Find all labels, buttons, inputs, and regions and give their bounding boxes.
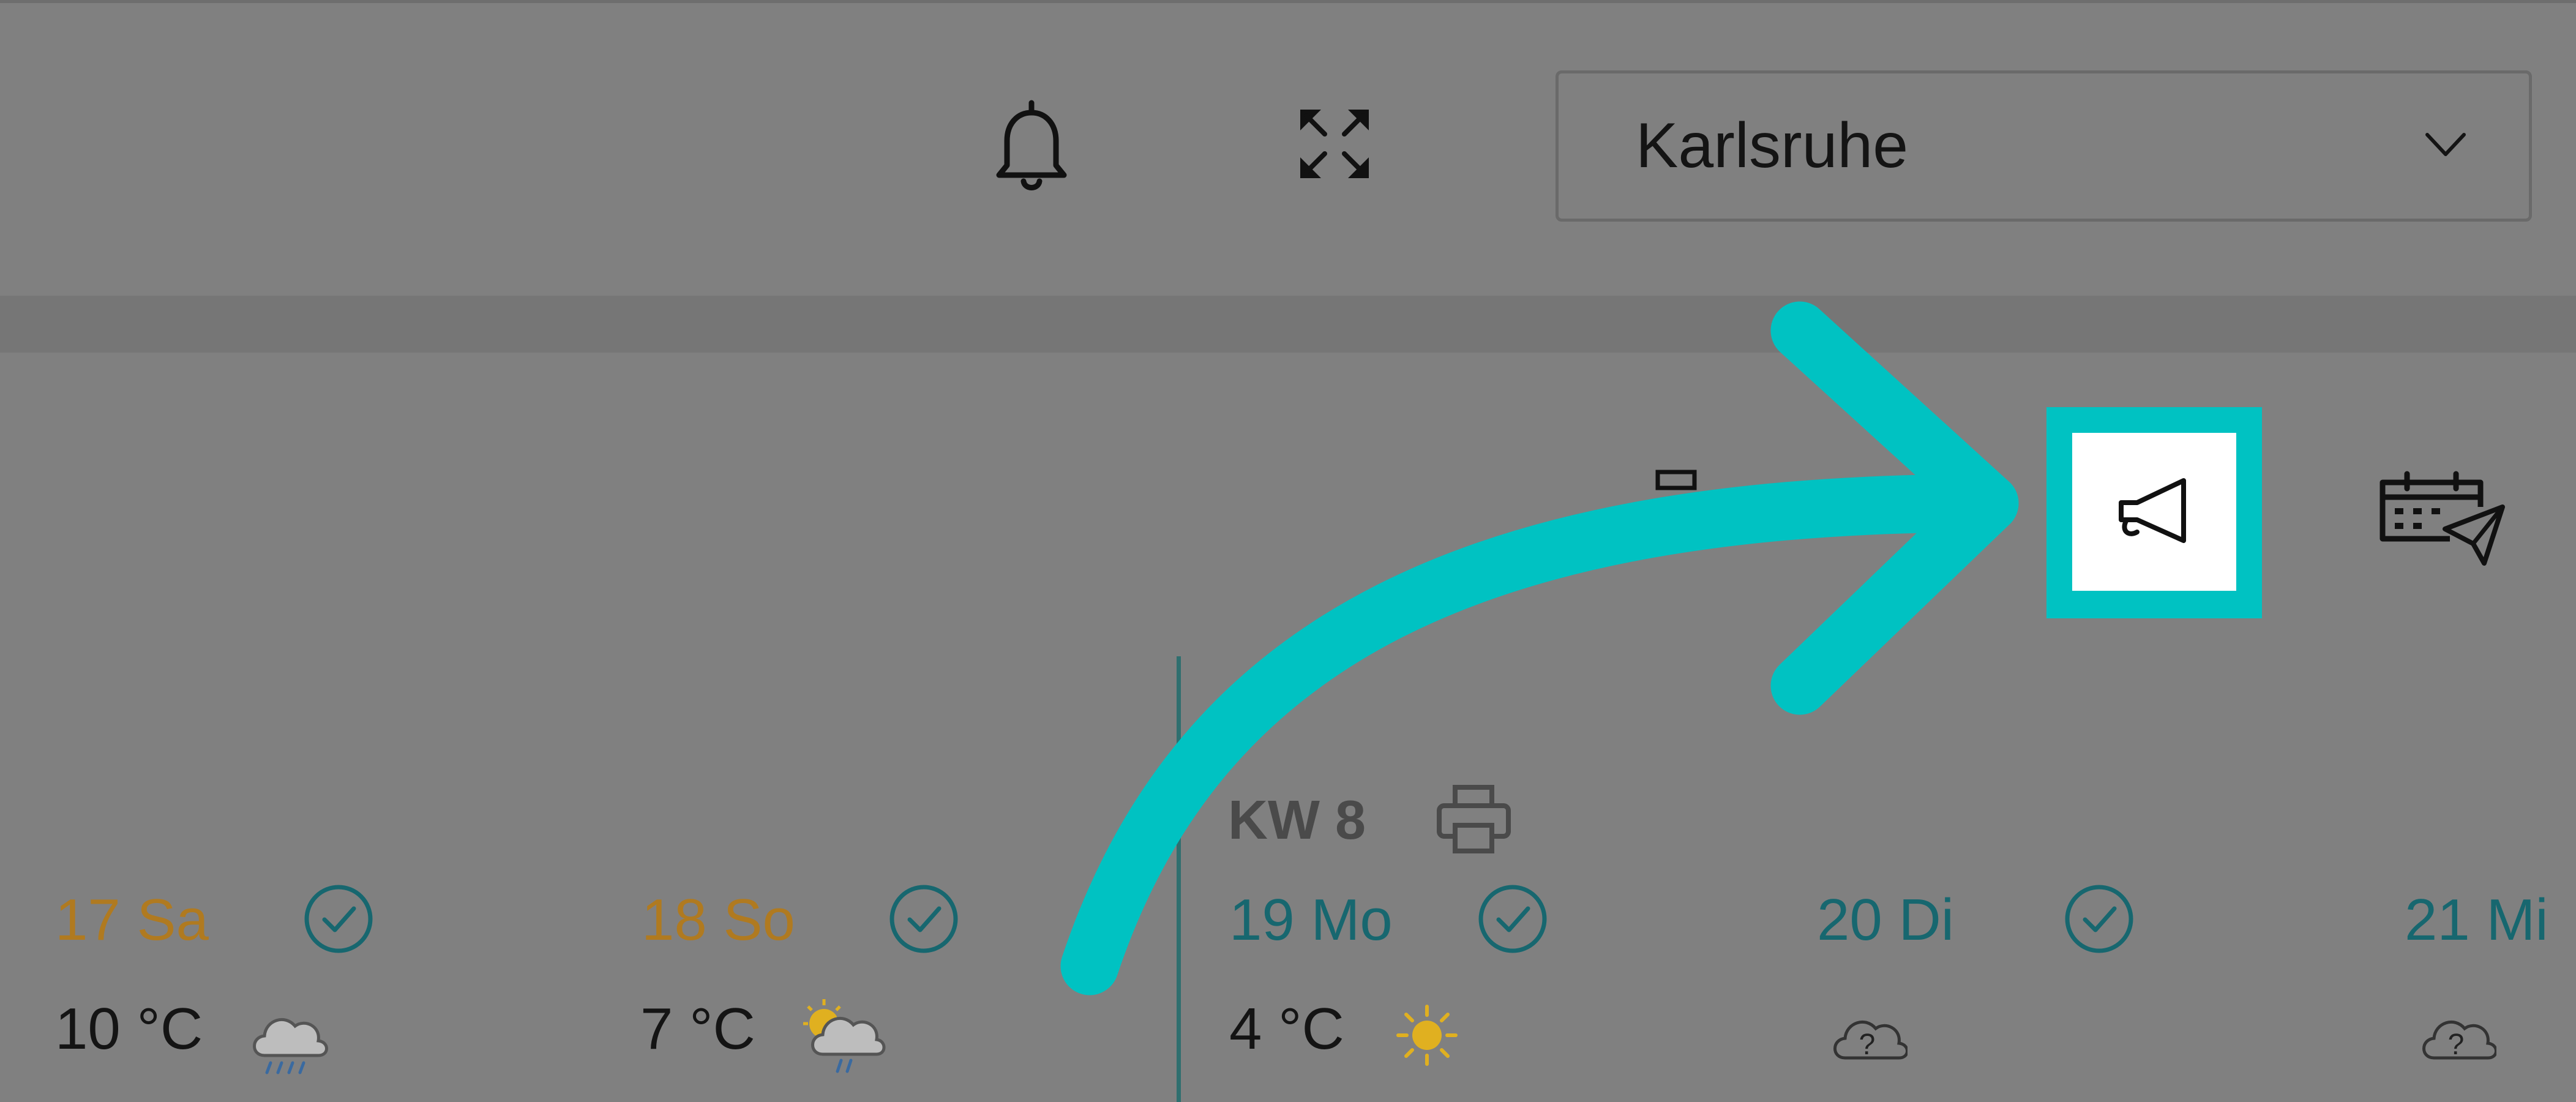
day-label-17[interactable]: 17 Sa (55, 886, 209, 954)
day-label-21[interactable]: 21 Mi (2405, 886, 2548, 954)
unknown-weather-icon: ? (2416, 1009, 2498, 1068)
check-circle-icon[interactable] (888, 883, 960, 955)
city-select[interactable]: Karlsruhe (1556, 70, 2532, 222)
check-circle-icon[interactable] (302, 883, 375, 955)
toolbar-icon-partial[interactable] (1653, 468, 1708, 493)
temperature-18: 7 °C (640, 996, 755, 1062)
day-label-20[interactable]: 20 Di (1817, 886, 1954, 954)
sun-cloud-rain-icon (795, 993, 886, 1079)
temperature-17: 10 °C (55, 996, 203, 1062)
temperature-19: 4 °C (1229, 996, 1344, 1062)
check-circle-icon[interactable] (2063, 883, 2135, 955)
check-circle-icon[interactable] (1477, 883, 1549, 955)
rain-cloud-icon (246, 1004, 332, 1078)
print-icon[interactable] (1436, 784, 1512, 854)
day-label-19[interactable]: 19 Mo (1229, 886, 1393, 954)
city-select-value: Karlsruhe (1636, 110, 1909, 181)
megaphone-icon (2115, 471, 2193, 549)
unknown-weather-icon: ? (1827, 1009, 1909, 1068)
calendar-send-icon[interactable] (2376, 470, 2507, 571)
sun-icon (1393, 1002, 1461, 1069)
bell-icon[interactable] (992, 98, 1071, 193)
header-separator-band (0, 296, 2576, 353)
week-divider (1177, 656, 1181, 1102)
day-label-18[interactable]: 18 So (642, 886, 795, 954)
chevron-down-icon (2424, 126, 2468, 163)
announcement-button[interactable] (2072, 433, 2236, 591)
week-label: KW 8 (1228, 790, 1366, 851)
svg-text:?: ? (2448, 1029, 2465, 1061)
svg-text:?: ? (1859, 1029, 1876, 1061)
fullscreen-icon[interactable] (1298, 107, 1371, 181)
